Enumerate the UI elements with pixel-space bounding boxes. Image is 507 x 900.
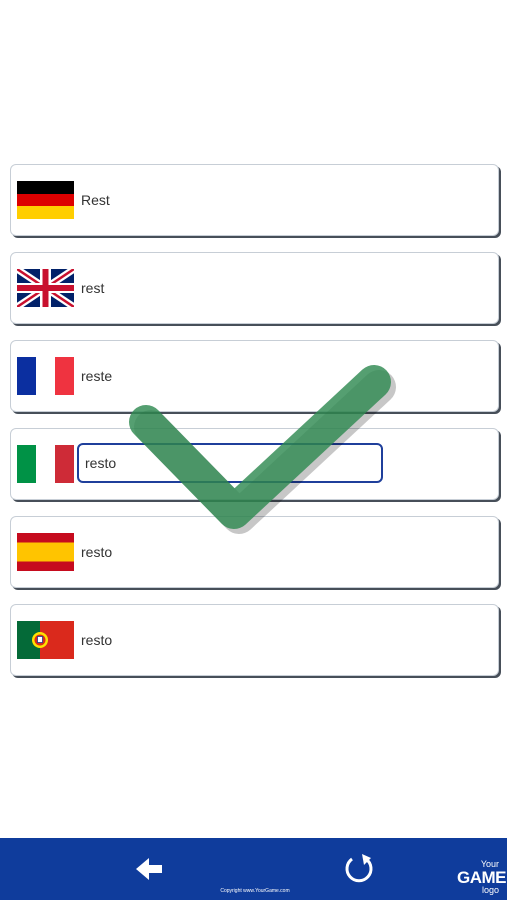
italy-flag-icon: [17, 445, 74, 483]
game-logo: Your GAME logo: [457, 860, 507, 898]
portugal-flag-icon: [17, 621, 74, 659]
answer-input-italian[interactable]: [77, 443, 383, 483]
spain-flag-icon: [17, 533, 74, 571]
germany-flag-icon: [17, 181, 74, 219]
word-portuguese: resto: [81, 632, 113, 648]
word-spanish: resto: [81, 544, 113, 560]
language-row-french: reste: [10, 340, 499, 412]
uk-flag-icon: [17, 269, 74, 307]
france-flag-icon: [17, 357, 74, 395]
refresh-button[interactable]: [342, 852, 376, 886]
copyright-text: Copyright www.YourGame.com: [220, 888, 290, 894]
refresh-icon: [345, 854, 373, 883]
word-english: rest: [81, 280, 105, 296]
language-row-spanish: resto: [10, 516, 499, 588]
language-row-italian: [10, 428, 499, 500]
logo-bottom-text: logo: [481, 885, 499, 895]
logo-main-text: GAME: [457, 868, 507, 887]
back-button[interactable]: [132, 854, 166, 884]
language-row-portuguese: resto: [10, 604, 499, 676]
bottom-bar: Copyright www.YourGame.com Your GAME log…: [0, 838, 507, 900]
language-row-english: rest: [10, 252, 499, 324]
language-row-german: Rest: [10, 164, 499, 236]
back-arrow-icon: [136, 858, 162, 880]
word-french: reste: [81, 368, 113, 384]
word-german: Rest: [81, 192, 110, 208]
